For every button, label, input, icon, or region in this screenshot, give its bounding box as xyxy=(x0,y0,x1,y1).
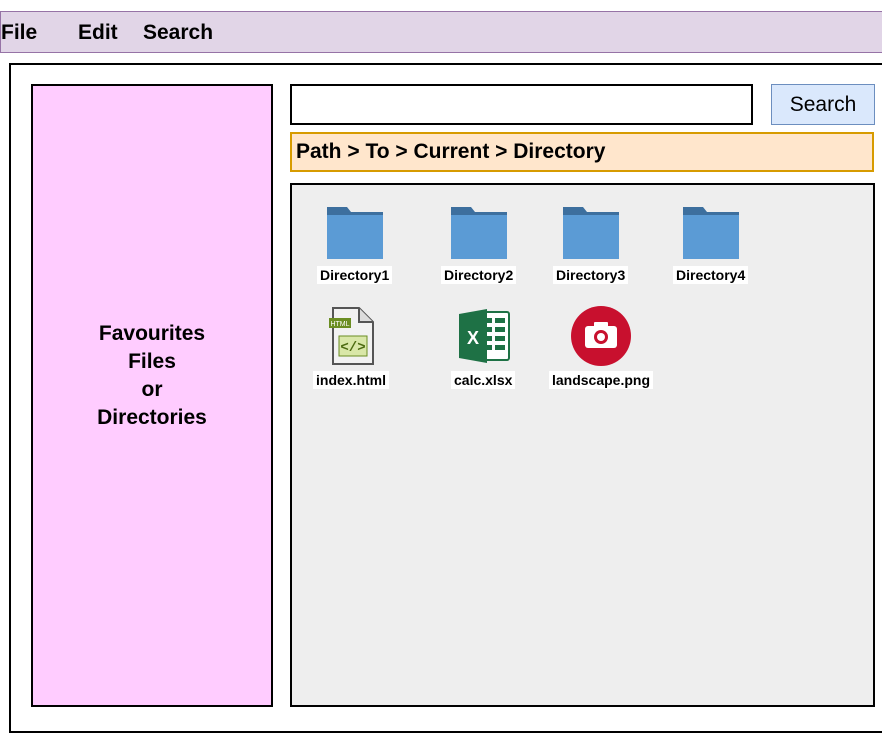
sidebar-label-line: Files xyxy=(128,349,176,373)
directory-item[interactable]: Directory3 xyxy=(553,205,629,285)
excel-file-icon: X xyxy=(459,309,511,363)
file-item[interactable]: X calc.xlsx xyxy=(451,306,516,390)
directory-item[interactable]: Directory2 xyxy=(441,205,517,285)
sidebar-label: Favourites Files or Directories xyxy=(97,320,207,432)
menu-edit[interactable]: Edit xyxy=(78,22,118,43)
directory-item[interactable]: Directory4 xyxy=(673,205,749,285)
svg-text:X: X xyxy=(467,328,479,348)
html-file-icon: HTML </> xyxy=(329,307,374,365)
sidebar-label-line: or xyxy=(141,377,163,401)
search-button[interactable]: Search xyxy=(771,84,875,125)
directory-name: Directory2 xyxy=(441,266,517,284)
menu-search[interactable]: Search xyxy=(143,22,213,43)
breadcrumb: Path > To > Current > Directory xyxy=(290,132,874,172)
file-name: calc.xlsx xyxy=(451,371,516,389)
file-name: index.html xyxy=(313,371,390,389)
favourites-sidebar[interactable]: Favourites Files or Directories xyxy=(31,84,273,707)
directory-name: Directory3 xyxy=(553,266,629,284)
svg-text:</>: </> xyxy=(340,340,365,356)
camera-image-icon xyxy=(571,306,631,366)
folder-icon xyxy=(326,207,383,259)
directory-name: Directory4 xyxy=(673,266,749,284)
file-name: landscape.png xyxy=(548,371,654,389)
folder-icon xyxy=(450,207,507,259)
file-item[interactable]: HTML </> index.html xyxy=(313,306,390,390)
directory-name: Directory1 xyxy=(317,266,393,284)
sidebar-label-line: Favourites xyxy=(98,321,206,345)
folder-icon xyxy=(562,207,619,259)
directory-item[interactable]: Directory1 xyxy=(317,205,393,285)
menu-bar: File Edit Search xyxy=(0,11,882,53)
search-input[interactable] xyxy=(290,84,753,125)
menu-file[interactable]: File xyxy=(1,22,37,43)
folder-icon xyxy=(682,207,739,259)
sidebar-label-line: Directories xyxy=(97,405,207,429)
svg-text:HTML: HTML xyxy=(330,321,349,328)
file-item[interactable]: landscape.png xyxy=(537,306,665,390)
